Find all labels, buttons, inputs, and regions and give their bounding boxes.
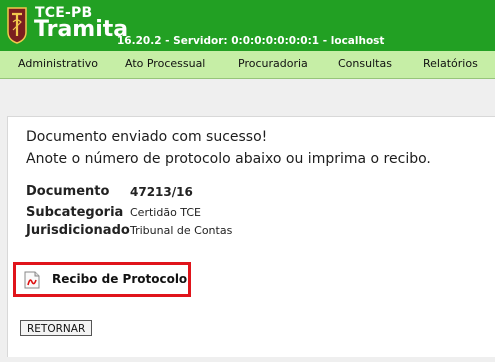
pdf-icon xyxy=(24,271,40,289)
nav-procuradoria[interactable]: Procuradoria xyxy=(238,57,308,70)
main-nav: Administrativo Ato Processual Procurador… xyxy=(0,51,495,79)
receipt-label: Recibo de Protocolo xyxy=(52,272,188,286)
nav-relatorios[interactable]: Relatórios xyxy=(423,57,478,70)
app-name: Tramita xyxy=(34,17,129,42)
receipt-link[interactable]: Recibo de Protocolo xyxy=(13,262,191,297)
nav-ato-processual[interactable]: Ato Processual xyxy=(125,57,205,70)
return-button[interactable]: RETORNAR xyxy=(20,320,93,336)
subcategory-label: Subcategoria xyxy=(26,205,124,220)
app-header: TCE-PB Tramita 16.20.2 - Servidor: 0:0:0… xyxy=(0,0,495,51)
nav-administrativo[interactable]: Administrativo xyxy=(18,57,98,70)
subcategory-value: Certidão TCE xyxy=(130,206,201,219)
jurisdicionado-label: Jurisdicionado xyxy=(26,223,130,238)
jurisdicionado-value: Tribunal de Contas xyxy=(130,224,233,237)
tce-logo-icon xyxy=(7,7,27,44)
instruction-message: Anote o número de protocolo abaixo ou im… xyxy=(26,151,431,167)
nav-consultas[interactable]: Consultas xyxy=(338,57,392,70)
content-panel: Documento enviado com sucesso! Anote o n… xyxy=(7,116,495,357)
success-message: Documento enviado com sucesso! xyxy=(26,129,268,145)
document-label: Documento xyxy=(26,184,110,199)
document-number: 47213/16 xyxy=(130,185,193,199)
server-info: 16.20.2 - Servidor: 0:0:0:0:0:0:0:1 - lo… xyxy=(117,35,385,47)
